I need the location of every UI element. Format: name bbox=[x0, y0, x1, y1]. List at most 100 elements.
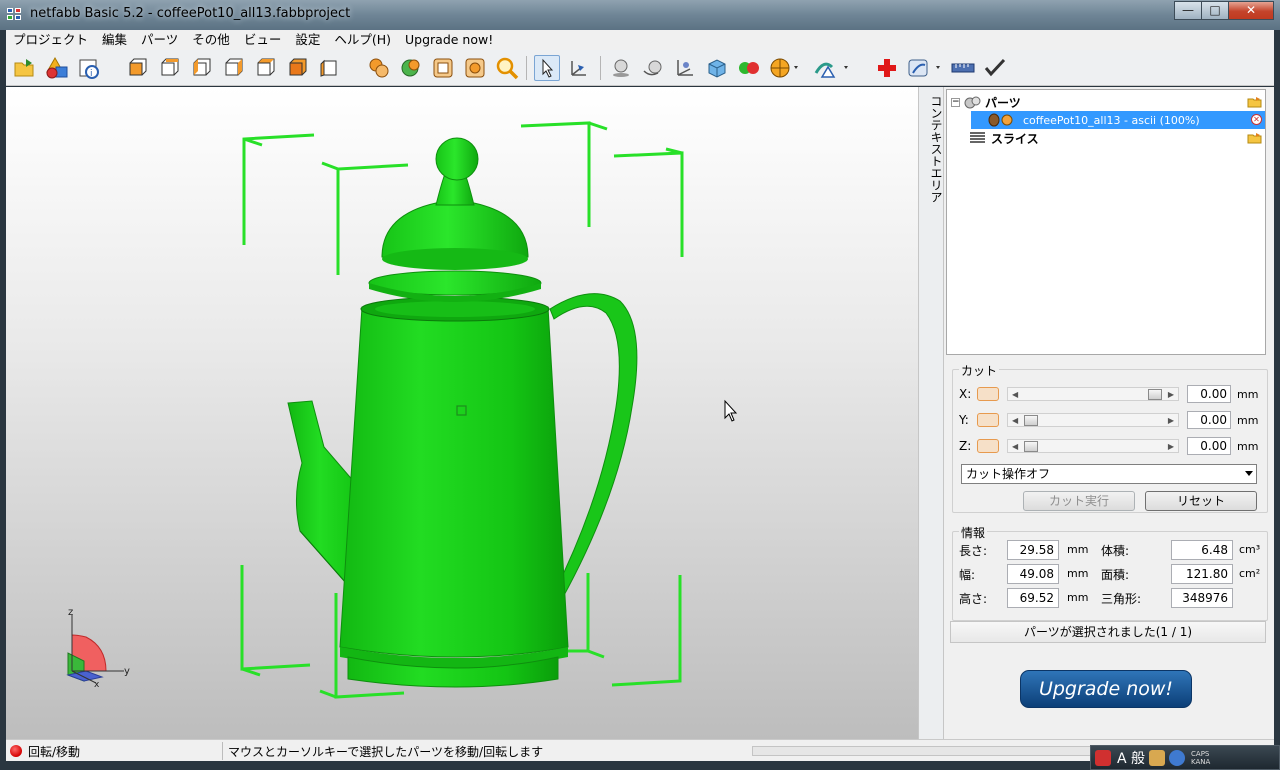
zoom-frame-icon[interactable] bbox=[430, 55, 456, 81]
zoom-all-icon[interactable] bbox=[398, 55, 424, 81]
ime-language-bar[interactable]: A 般 CAPS KANA bbox=[1090, 745, 1280, 770]
volume-label: 体積: bbox=[1101, 544, 1130, 558]
menu-upgrade[interactable]: Upgrade now! bbox=[398, 30, 500, 50]
coordinate-axes-icon[interactable] bbox=[672, 55, 698, 81]
select-cursor-icon[interactable] bbox=[534, 55, 560, 81]
repair-cross-icon[interactable] bbox=[874, 55, 900, 81]
status-hint: マウスとカーソルキーで選択したパーツを移動/回転します bbox=[228, 745, 544, 759]
axis-label-x: x bbox=[94, 680, 100, 690]
ime-mode-icon[interactable] bbox=[1095, 749, 1111, 766]
menu-parts[interactable]: パーツ bbox=[134, 30, 185, 50]
cut-x-toggle[interactable] bbox=[977, 387, 999, 401]
menu-project[interactable]: プロジェクト bbox=[6, 30, 95, 50]
cut-y-toggle[interactable] bbox=[977, 413, 999, 427]
cut-mode-value: カット操作オフ bbox=[966, 467, 1051, 481]
ime-tools-icon[interactable] bbox=[1149, 749, 1166, 766]
3d-viewport[interactable]: z y x bbox=[6, 87, 918, 739]
tree-parts-node[interactable]: − パーツ bbox=[951, 93, 1021, 111]
cut-z-unit: mm bbox=[1237, 439, 1259, 453]
cut-axis-z: Z: ◀ ▶ 0.00 mm bbox=[959, 436, 1258, 456]
cut-title: カット bbox=[959, 362, 1000, 379]
tree-slices-node[interactable]: スライス bbox=[969, 129, 1039, 147]
window-title: netfabb Basic 5.2 - coffeePot10_all13.fa… bbox=[30, 6, 351, 21]
zoom-selected-icon[interactable] bbox=[366, 55, 392, 81]
menu-view[interactable]: ビュー bbox=[237, 30, 289, 50]
remove-part-icon[interactable]: ✕ bbox=[1251, 114, 1262, 125]
help-icon[interactable] bbox=[1169, 749, 1186, 766]
view-left-icon[interactable] bbox=[188, 55, 214, 81]
cut-execute-button[interactable]: カット実行 bbox=[1023, 491, 1135, 511]
open-project-icon[interactable] bbox=[12, 55, 38, 81]
zoom-parts-icon[interactable] bbox=[462, 55, 488, 81]
folder-open-icon[interactable] bbox=[1247, 96, 1263, 108]
cut-y-value[interactable]: 0.00 bbox=[1187, 411, 1231, 429]
view-front-icon[interactable] bbox=[124, 55, 150, 81]
slider-right-arrow[interactable]: ▶ bbox=[1168, 440, 1174, 453]
tree-expander[interactable]: − bbox=[951, 97, 960, 107]
status-mode: 回転/移動 bbox=[28, 745, 81, 759]
maximize-button[interactable]: □ bbox=[1201, 1, 1229, 20]
pot-body bbox=[339, 299, 569, 658]
cut-y-label: Y: bbox=[959, 413, 969, 427]
axis-label-y: y bbox=[124, 666, 130, 677]
menu-settings[interactable]: 設定 bbox=[288, 30, 327, 50]
cut-z-value[interactable]: 0.00 bbox=[1187, 437, 1231, 455]
tree-part-label: coffeePot10_all13 - ascii (100%) bbox=[1023, 113, 1200, 127]
tree-part-item[interactable]: coffeePot10_all13 - ascii (100%) ✕ bbox=[971, 111, 1265, 129]
color-spheres-icon[interactable] bbox=[736, 55, 762, 81]
check-icon[interactable] bbox=[982, 55, 1008, 81]
cut-z-slider[interactable]: ◀ ▶ bbox=[1007, 439, 1179, 453]
close-button[interactable]: ✕ bbox=[1228, 1, 1274, 20]
part-info-icon[interactable]: i bbox=[76, 55, 102, 81]
add-part-icon[interactable] bbox=[44, 55, 70, 81]
menu-edit[interactable]: 編集 bbox=[95, 30, 134, 50]
ruler-icon[interactable] bbox=[950, 55, 976, 81]
cut-axis-x: X: ◀ ▶ 0.00 mm bbox=[959, 384, 1258, 404]
triangles-label: 三角形: bbox=[1101, 592, 1142, 606]
volume-value: 6.48 bbox=[1171, 540, 1233, 560]
view-back-icon[interactable] bbox=[156, 55, 182, 81]
measure-icon[interactable] bbox=[906, 55, 940, 81]
cut-mode-select[interactable]: カット操作オフ bbox=[961, 464, 1257, 484]
context-area-tab[interactable]: コンテキストエリア bbox=[924, 87, 944, 739]
cut-reset-button[interactable]: リセット bbox=[1145, 491, 1257, 511]
analysis-icon[interactable] bbox=[812, 55, 848, 81]
upgrade-now-button[interactable]: Upgrade now! bbox=[1020, 670, 1192, 708]
view-bottom-icon[interactable] bbox=[284, 55, 310, 81]
slider-right-arrow[interactable]: ▶ bbox=[1168, 388, 1174, 401]
ime-input-mode[interactable]: A 般 bbox=[1117, 748, 1145, 768]
parts-tree[interactable]: − パーツ coffeePot10_all13 - ascii (100%) ✕… bbox=[946, 89, 1266, 355]
cut-x-slider[interactable]: ◀ ▶ bbox=[1007, 387, 1179, 401]
menu-other[interactable]: その他 bbox=[185, 30, 237, 50]
slider-left-arrow[interactable]: ◀ bbox=[1012, 388, 1018, 401]
minimize-button[interactable]: — bbox=[1174, 1, 1202, 20]
cut-y-thumb[interactable] bbox=[1024, 415, 1038, 426]
rotate-view-icon[interactable] bbox=[640, 55, 666, 81]
width-unit: mm bbox=[1067, 567, 1089, 580]
cut-x-thumb[interactable] bbox=[1148, 389, 1162, 400]
sphere-view-icon[interactable] bbox=[608, 55, 634, 81]
slider-right-arrow[interactable]: ▶ bbox=[1168, 414, 1174, 427]
context-area-label: コンテキストエリア bbox=[929, 95, 943, 203]
area-value: 121.80 bbox=[1171, 564, 1233, 584]
cut-x-value[interactable]: 0.00 bbox=[1187, 385, 1231, 403]
selection-status: パーツが選択されました(1 / 1) bbox=[950, 621, 1266, 643]
cube-view-icon[interactable] bbox=[704, 55, 730, 81]
title-bar: netfabb Basic 5.2 - coffeePot10_all13.fa… bbox=[0, 0, 1280, 30]
view-right-icon[interactable] bbox=[220, 55, 246, 81]
cut-z-toggle[interactable] bbox=[977, 439, 999, 453]
folder-open-icon[interactable] bbox=[1247, 132, 1263, 144]
cut-y-slider[interactable]: ◀ ▶ bbox=[1007, 413, 1179, 427]
move-axes-icon[interactable] bbox=[566, 55, 592, 81]
ime-caps: CAPS bbox=[1191, 749, 1210, 758]
menu-help[interactable]: ヘルプ(H) bbox=[327, 30, 398, 50]
slider-left-arrow[interactable]: ◀ bbox=[1012, 440, 1018, 453]
orientation-gizmo bbox=[66, 615, 124, 684]
shading-mode-icon[interactable] bbox=[768, 55, 798, 81]
length-unit: mm bbox=[1067, 543, 1089, 556]
cut-z-thumb[interactable] bbox=[1024, 441, 1038, 452]
view-top-icon[interactable] bbox=[252, 55, 278, 81]
view-perspective-icon[interactable] bbox=[316, 55, 342, 81]
zoom-magnifier-icon[interactable] bbox=[494, 55, 520, 81]
slider-left-arrow[interactable]: ◀ bbox=[1012, 414, 1018, 427]
